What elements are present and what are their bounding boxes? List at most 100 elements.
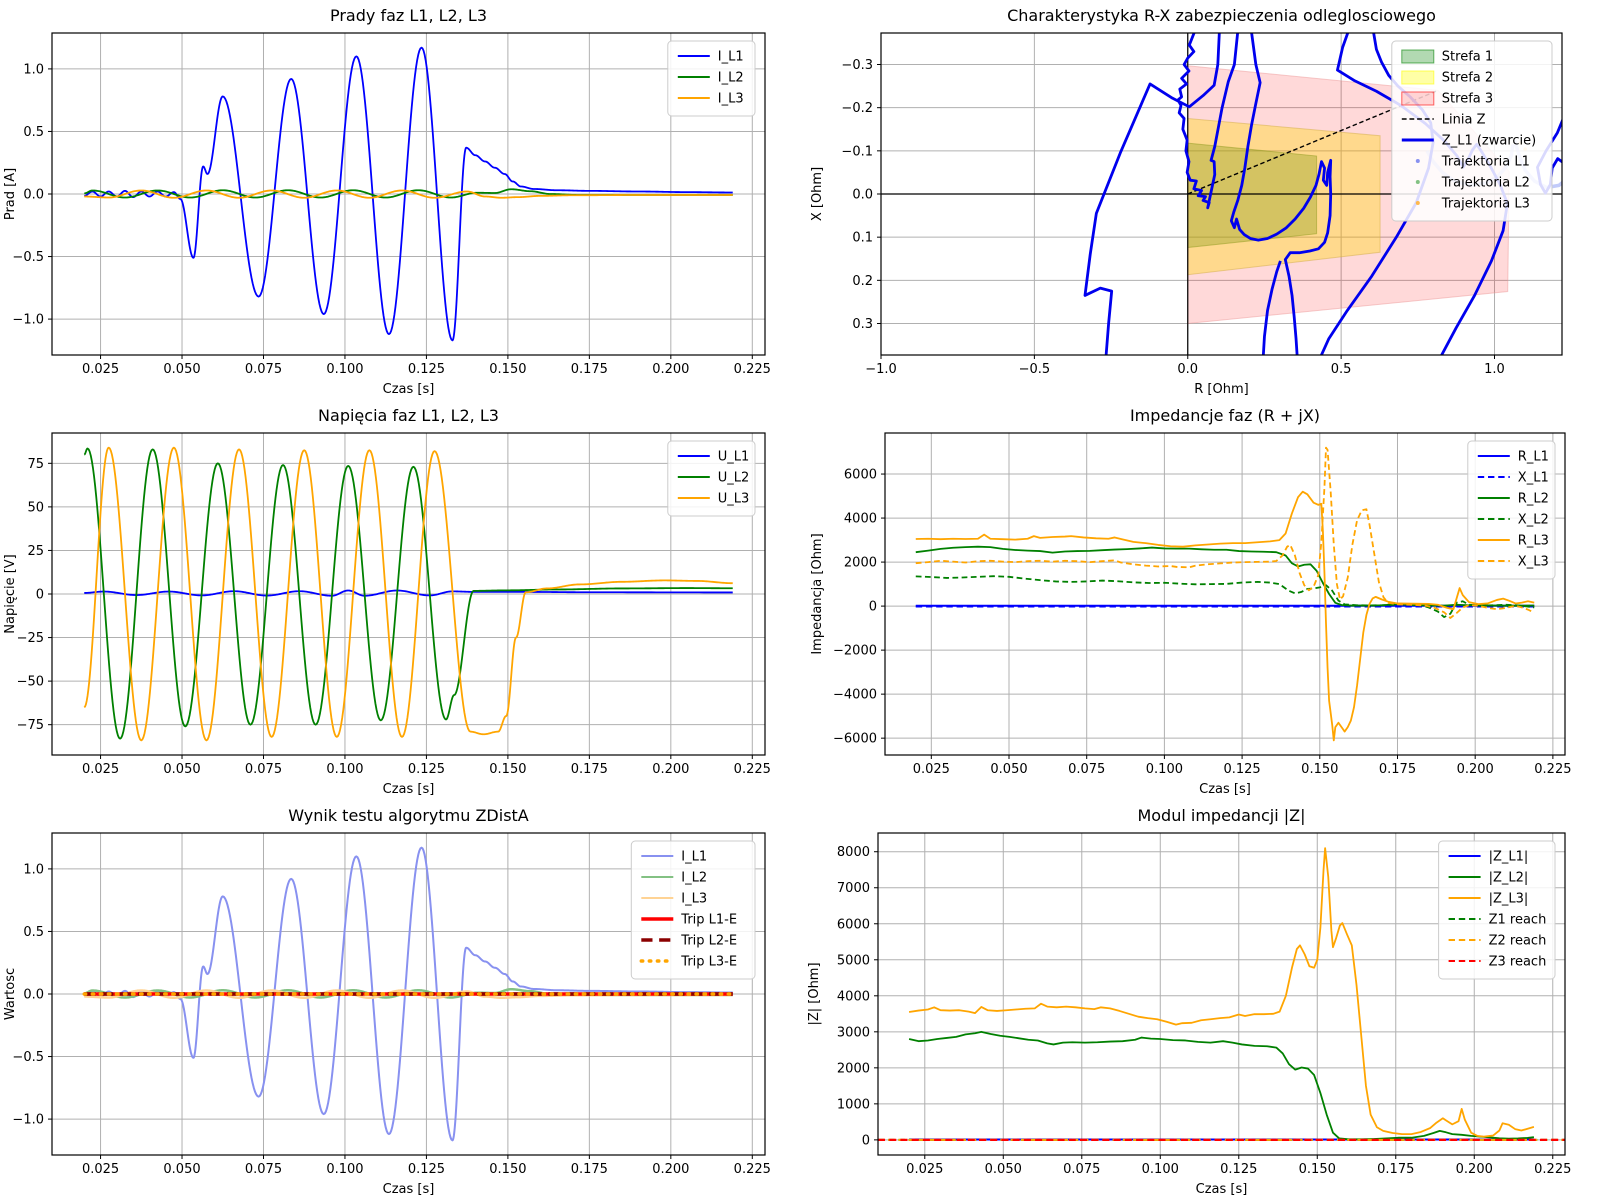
cell-modul-z: 0.0250.0500.0750.1000.1250.1500.1750.200… xyxy=(800,800,1600,1200)
legend-label: Z3 reach xyxy=(1489,955,1547,970)
y-tick-label: 2000 xyxy=(844,556,877,571)
legend-swatch-Strefa 1 xyxy=(1402,50,1434,63)
subplot-rx-characteristic: −1.0−0.50.00.51.0−0.3−0.2−0.10.00.10.20.… xyxy=(800,0,1600,400)
subplot-impedance-magnitude: 0.0250.0500.0750.1000.1250.1500.1750.200… xyxy=(800,800,1600,1200)
x-tick-label: 1.0 xyxy=(1484,362,1505,377)
legend: I_L1I_L2I_L3Trip L1-ETrip L2-ETrip L3-E xyxy=(631,841,755,979)
x-tick-label: 0.125 xyxy=(1220,1162,1257,1177)
cell-rx: −1.0−0.50.00.51.0−0.3−0.2−0.10.00.10.20.… xyxy=(800,0,1600,400)
legend-label: Trajektoria L2 xyxy=(1441,176,1530,191)
x-tick-label: 0.150 xyxy=(489,362,526,377)
legend-label: |Z_L3| xyxy=(1489,892,1529,907)
x-tick-label: 0.125 xyxy=(408,362,445,377)
legend-label: |Z_L2| xyxy=(1489,871,1529,886)
plot-title: Wynik testu algorytmu ZDistA xyxy=(288,806,529,825)
x-tick-label: 0.175 xyxy=(571,1162,608,1177)
legend: Strefa 1Strefa 2Strefa 3Linia ZZ_L1 (zwa… xyxy=(1392,41,1552,221)
legend-label: R_L3 xyxy=(1518,534,1549,549)
y-tick-label: 75 xyxy=(27,457,44,472)
y-axis-label: Prad [A] xyxy=(3,168,18,220)
x-tick-label: 0.050 xyxy=(163,362,200,377)
x-tick-label: 0.225 xyxy=(734,762,771,777)
legend: R_L1X_L1R_L2X_L2R_L3X_L3 xyxy=(1468,441,1555,579)
y-tick-label: 25 xyxy=(27,544,44,559)
x-axis-label: Czas [s] xyxy=(383,382,435,397)
y-tick-label: 1.0 xyxy=(23,862,44,877)
y-tick-label: 0 xyxy=(36,588,44,603)
x-tick-label: 0.075 xyxy=(245,762,282,777)
x-tick-label: 0.100 xyxy=(326,1162,363,1177)
legend-label: I_L1 xyxy=(718,50,744,65)
y-tick-label: −0.5 xyxy=(12,250,44,265)
x-tick-label: 0.125 xyxy=(1223,762,1260,777)
x-tick-label: −0.5 xyxy=(1019,362,1051,377)
subplot-currents: 0.0250.0500.0750.1000.1250.1500.1750.200… xyxy=(0,0,800,400)
x-axis-label: R [Ohm] xyxy=(1194,382,1248,397)
x-tick-label: 0.150 xyxy=(1301,762,1338,777)
legend-label: X_L1 xyxy=(1518,471,1549,486)
x-tick-label: 0.225 xyxy=(734,1162,771,1177)
y-axis-label: X [Ohm] xyxy=(810,167,825,221)
legend-label: I_L2 xyxy=(718,71,744,86)
x-tick-label: 0.225 xyxy=(1534,1162,1571,1177)
y-tick-label: 1000 xyxy=(837,1097,870,1112)
legend-swatch-Strefa 2 xyxy=(1402,71,1434,84)
legend-label: I_L3 xyxy=(718,92,744,107)
y-tick-label: 0 xyxy=(869,600,877,615)
legend: |Z_L1||Z_L2||Z_L3|Z1 reachZ2 reachZ3 rea… xyxy=(1439,841,1555,979)
legend-marker-Trajektoria L1 xyxy=(1416,159,1420,163)
x-tick-label: 0.075 xyxy=(1068,762,1105,777)
cell-napiecia: 0.0250.0500.0750.1000.1250.1500.1750.200… xyxy=(0,400,800,800)
x-tick-label: 0.200 xyxy=(652,762,689,777)
y-tick-label: 6000 xyxy=(844,468,877,483)
legend-label: Strefa 3 xyxy=(1442,92,1493,107)
y-axis-label: |Z| [Ohm] xyxy=(807,962,822,1025)
legend-swatch-Strefa 3 xyxy=(1402,92,1434,105)
plot-title: Charakterystyka R-X zabezpieczenia odleg… xyxy=(1007,6,1436,25)
y-tick-label: 4000 xyxy=(844,512,877,527)
y-tick-label: −75 xyxy=(17,718,44,733)
x-tick-label: 0.200 xyxy=(1457,762,1494,777)
x-tick-label: 0.100 xyxy=(326,362,363,377)
legend-label: X_L3 xyxy=(1518,555,1549,570)
x-tick-label: 0.125 xyxy=(408,1162,445,1177)
subplot-voltages: 0.0250.0500.0750.1000.1250.1500.1750.200… xyxy=(0,400,800,800)
x-tick-label: 0.200 xyxy=(652,362,689,377)
y-tick-label: 8000 xyxy=(837,845,870,860)
x-tick-label: 0.050 xyxy=(163,762,200,777)
y-tick-label: 50 xyxy=(27,500,44,515)
legend-label: I_L3 xyxy=(681,892,707,907)
x-axis-label: Czas [s] xyxy=(1199,782,1251,797)
legend-label: Trajektoria L3 xyxy=(1441,197,1530,212)
legend-label: R_L2 xyxy=(1518,492,1549,507)
legend-label: Strefa 1 xyxy=(1442,50,1493,65)
legend-label: R_L1 xyxy=(1518,450,1549,465)
figure-protection-analysis: 0.0250.0500.0750.1000.1250.1500.1750.200… xyxy=(0,0,1600,1200)
x-tick-label: 0.025 xyxy=(82,1162,119,1177)
x-tick-label: 0.075 xyxy=(245,362,282,377)
x-axis-label: Czas [s] xyxy=(383,782,435,797)
legend-label: U_L3 xyxy=(718,492,750,507)
legend-marker-Trajektoria L2 xyxy=(1416,180,1420,184)
x-tick-label: 0.225 xyxy=(1534,762,1571,777)
x-tick-label: 0.025 xyxy=(906,1162,943,1177)
y-tick-label: −50 xyxy=(17,675,44,690)
x-tick-label: 0.225 xyxy=(734,362,771,377)
x-axis-label: Czas [s] xyxy=(383,1182,435,1197)
y-tick-label: 0.5 xyxy=(23,925,44,940)
y-tick-label: 0.0 xyxy=(852,188,873,203)
x-tick-label: 0.100 xyxy=(1146,762,1183,777)
y-axis-label: Impedancja [Ohm] xyxy=(810,533,825,654)
y-tick-label: 0.0 xyxy=(23,188,44,203)
plot-title: Impedancje faz (R + jX) xyxy=(1130,406,1320,425)
legend-label: U_L1 xyxy=(718,450,750,465)
y-tick-label: 0.3 xyxy=(852,317,873,332)
y-axis-label: Napięcie [V] xyxy=(3,554,18,633)
x-tick-label: 0.5 xyxy=(1331,362,1352,377)
legend-label: Trajektoria L1 xyxy=(1441,155,1530,170)
y-tick-label: 1.0 xyxy=(23,62,44,77)
x-tick-label: 0.050 xyxy=(163,1162,200,1177)
y-tick-label: 0 xyxy=(862,1133,870,1148)
x-tick-label: 0.175 xyxy=(1377,1162,1414,1177)
y-axis-label: Wartosc xyxy=(3,968,18,1020)
